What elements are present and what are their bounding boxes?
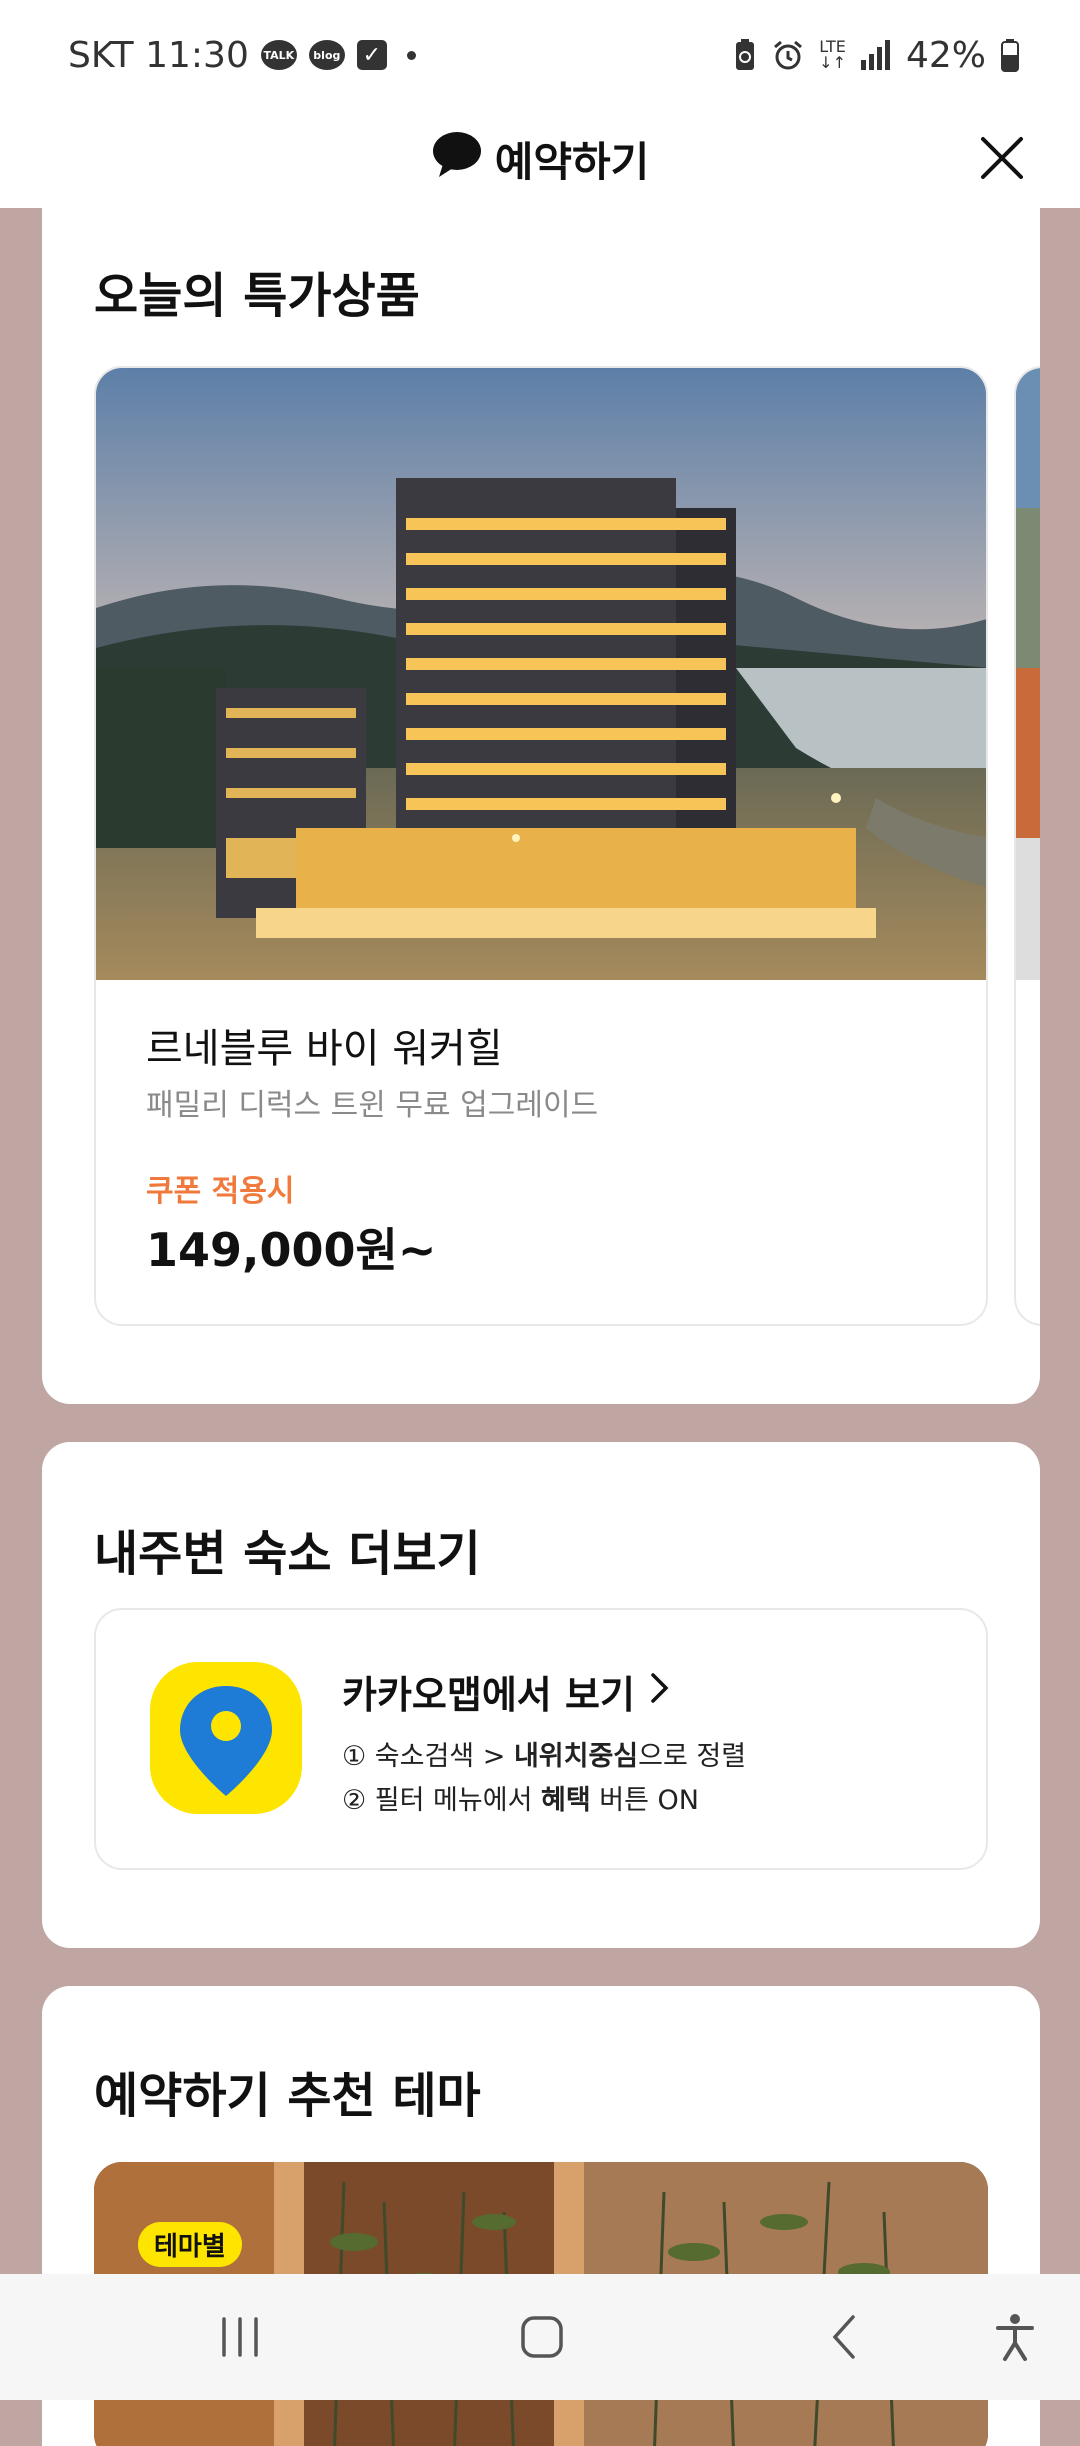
alarm-icon [771,38,805,72]
deal-price: 149,000원~ [146,1223,437,1277]
signal-icon [860,40,892,70]
hotel-description: 패밀리 디럭스 트윈 무료 업그레이드 [146,1088,599,1123]
home-button[interactable] [507,2302,577,2372]
back-icon [832,2315,855,2359]
battery-percent: 42% [905,34,986,76]
more-notifications-dot-icon [406,50,416,60]
chevron-right-icon [649,1670,671,1714]
close-icon [981,137,1023,179]
next-deal-card-peek[interactable] [1014,366,1040,1326]
kakaomap-logo-icon [146,1658,306,1818]
section-title: 내주변 숙소 더보기 [94,1526,481,1582]
home-icon [521,2316,563,2358]
back-button[interactable] [809,2302,879,2372]
system-nav-bar [0,2274,1080,2400]
status-bar: SKT 11:30 TALK blog ✓ LTE ↓↑ 42% [0,0,1080,110]
section-title: 예약하기 추천 테마 [94,2068,481,2124]
deal-card[interactable]: 르네블루 바이 워커힐 패밀리 디럭스 트윈 무료 업그레이드 쿠폰 적용시 1… [94,366,988,1326]
accessibility-button[interactable] [980,2302,1050,2372]
nearby-stays-section: 내주변 숙소 더보기 카카오맵에서 보기 ① 숙소검색 > 내위치중심으로 정렬… [42,1442,1040,1948]
carrier-time: SKT 11:30 [68,34,249,76]
section-title: 오늘의 특가상품 [94,268,420,324]
kakaomap-link[interactable]: 카카오맵에서 보기 [342,1664,671,1719]
check-notification-icon: ✓ [356,40,387,70]
hotel-name: 르네블루 바이 워커힐 [146,1026,503,1072]
instruction-line-1: ① 숙소검색 > 내위치중심으로 정렬 [342,1741,747,1772]
coupon-label: 쿠폰 적용시 [146,1174,295,1209]
close-button[interactable] [972,128,1032,188]
battery-saver-icon [733,38,757,72]
kakaomap-link-card[interactable]: 카카오맵에서 보기 ① 숙소검색 > 내위치중심으로 정렬 ② 필터 메뉴에서 … [94,1608,988,1870]
recent-apps-button[interactable] [205,2302,275,2372]
blog-notification-icon: blog [308,40,345,70]
battery-icon [1000,38,1020,72]
recent-apps-icon [222,2317,258,2357]
theme-badge: 테마별 [138,2222,242,2267]
hotel-photo [96,368,986,980]
lte-icon: LTE ↓↑ [819,37,846,72]
kakaotalk-notification-icon: TALK [260,40,297,70]
accessibility-icon [996,2314,1034,2361]
todays-deals-section: 오늘의 특가상품 르네블루 바이 워커힐 패밀리 디럭스 트윈 무료 업그레이드… [42,180,1040,1404]
instruction-line-2: ② 필터 메뉴에서 혜택 버튼 ON [342,1785,699,1816]
